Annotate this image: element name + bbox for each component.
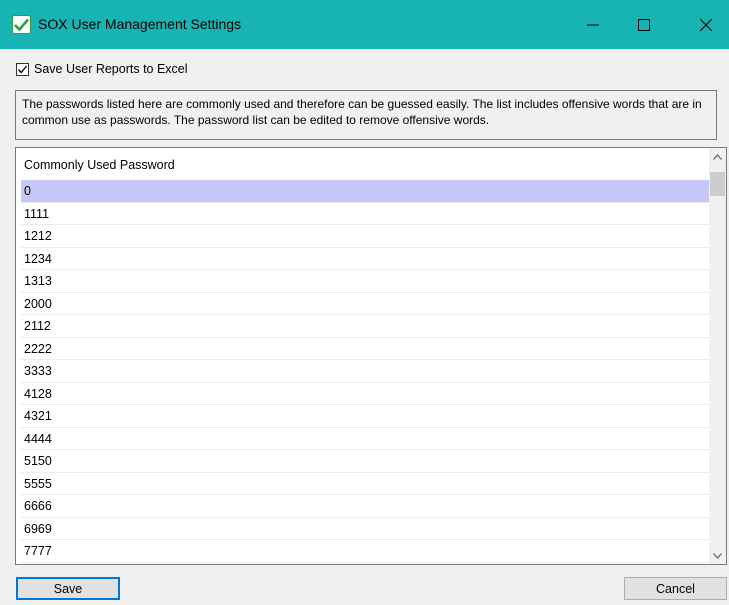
table-row[interactable]: 5150 (21, 450, 709, 473)
chevron-up-icon (713, 153, 722, 160)
chevron-down-icon (713, 552, 722, 559)
table-row[interactable]: 3333 (21, 360, 709, 383)
table-row[interactable]: 6969 (21, 518, 709, 540)
table-row[interactable]: 5555 (21, 473, 709, 495)
save-reports-option[interactable]: Save User Reports to Excel (16, 61, 188, 77)
save-button[interactable]: Save (16, 577, 120, 600)
save-reports-checkbox[interactable] (16, 62, 29, 76)
table-row[interactable]: 6666 (21, 495, 709, 518)
table-row[interactable]: 2000 (21, 293, 709, 315)
table-row[interactable]: 7777 (21, 540, 709, 563)
close-icon (700, 18, 712, 31)
title-bar: SOX User Management Settings (0, 0, 729, 49)
save-reports-label: Save User Reports to Excel (34, 62, 188, 76)
cancel-button[interactable]: Cancel (624, 577, 727, 600)
scroll-down-button[interactable] (709, 547, 726, 564)
column-header[interactable]: Commonly Used Password (16, 148, 709, 179)
vertical-scrollbar[interactable] (709, 148, 726, 564)
table-row[interactable]: 4128 (21, 383, 709, 405)
scroll-thumb[interactable] (710, 172, 725, 196)
table-row[interactable]: 1313 (21, 270, 709, 293)
info-text: The passwords listed here are commonly u… (15, 90, 717, 140)
minimize-icon (587, 24, 599, 25)
maximize-button[interactable] (621, 0, 667, 49)
close-button[interactable] (683, 0, 729, 49)
table-row[interactable]: 2112 (21, 315, 709, 338)
window-title: SOX User Management Settings (38, 16, 242, 32)
password-list: 0 1111 1212 1234 1313 2000 2112 2222 333… (21, 180, 709, 563)
table-row[interactable]: 1212 (21, 225, 709, 248)
password-grid[interactable]: Commonly Used Password 0 1111 1212 1234 … (15, 147, 727, 565)
app-check-icon (12, 15, 31, 34)
minimize-button[interactable] (570, 0, 616, 49)
maximize-icon (638, 18, 650, 31)
table-row[interactable]: 0 (21, 180, 709, 203)
checkmark-icon (18, 65, 28, 73)
table-row[interactable]: 1234 (21, 248, 709, 270)
table-row[interactable]: 4444 (21, 428, 709, 450)
table-row[interactable]: 2222 (21, 338, 709, 360)
scroll-up-button[interactable] (709, 148, 726, 165)
table-row[interactable]: 1111 (21, 203, 709, 225)
table-row[interactable]: 4321 (21, 405, 709, 428)
